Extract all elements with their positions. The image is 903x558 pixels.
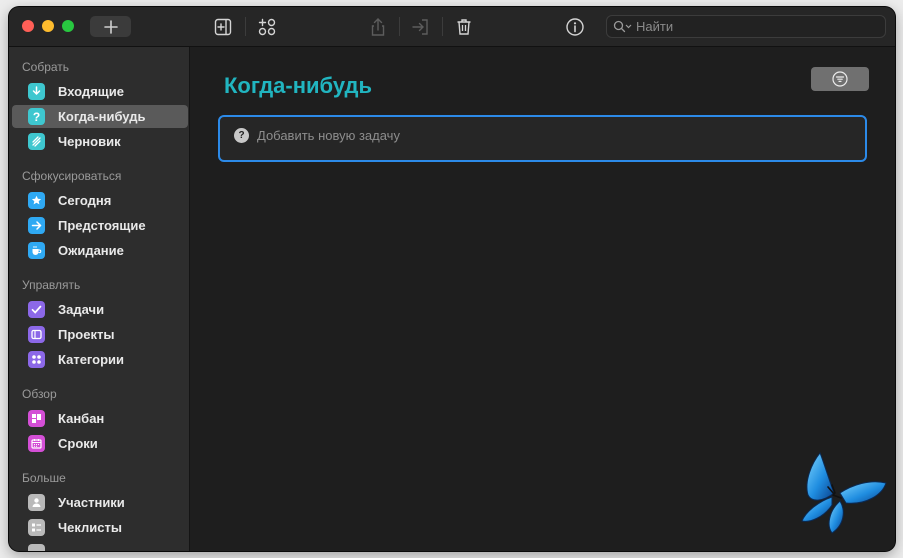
sidebar-section-more: Больше xyxy=(22,471,66,485)
sidebar-item-partial[interactable] xyxy=(12,541,188,551)
sidebar-item-label: Ожидание xyxy=(58,243,124,258)
sidebar-item-upcoming[interactable]: Предстоящие xyxy=(12,214,188,237)
move-in-icon xyxy=(412,19,428,35)
toolbar: Найти xyxy=(9,7,895,47)
sidebar-item-label: Когда-нибудь xyxy=(58,109,146,124)
categories-icon xyxy=(28,351,45,368)
sidebar-section-manage: Управлять xyxy=(22,278,81,292)
add-button[interactable] xyxy=(90,16,131,37)
question-icon: ? xyxy=(28,108,45,125)
sidebar-item-label: Канбан xyxy=(58,411,105,426)
search-icon xyxy=(613,20,632,32)
toolbar-divider xyxy=(245,17,246,36)
zoom-window-button[interactable] xyxy=(62,20,74,32)
app-window: Найти Собрать Входящие ? Когда-нибудь Че… xyxy=(9,7,895,551)
sidebar-section-focus: Сфокусироваться xyxy=(22,169,122,183)
new-task-field[interactable]: ? Добавить новую задачу xyxy=(218,115,867,162)
butterfly-logo xyxy=(801,452,887,534)
star-icon xyxy=(28,192,45,209)
sidebar-item-label: Чеклисты xyxy=(58,520,122,535)
sidebar-item-label: Задачи xyxy=(58,302,105,317)
group-button[interactable] xyxy=(256,16,278,38)
calendar-icon xyxy=(28,435,45,452)
sidebar-item-kanban[interactable]: Канбан xyxy=(12,407,188,430)
toolbar-divider xyxy=(399,17,400,36)
filter-button[interactable] xyxy=(811,67,869,91)
info-icon xyxy=(566,18,584,36)
sidebar-item-label: Сегодня xyxy=(58,193,112,208)
share-icon xyxy=(371,18,385,36)
sidebar-toggle-button[interactable] xyxy=(212,16,234,38)
main-content: Когда-нибудь ? Добавить новую задачу xyxy=(191,47,895,551)
new-task-placeholder: Добавить новую задачу xyxy=(257,128,400,143)
sidebar-item-inbox[interactable]: Входящие xyxy=(12,80,188,103)
sidebar-item-deadlines[interactable]: Сроки xyxy=(12,432,188,455)
toolbar-divider xyxy=(442,17,443,36)
info-button[interactable] xyxy=(564,16,586,38)
categories-toolbar-icon xyxy=(258,18,276,36)
sidebar-item-icon xyxy=(28,544,45,551)
sidebar-item-tasks[interactable]: Задачи xyxy=(12,298,188,321)
search-placeholder: Найти xyxy=(636,19,674,34)
arrow-right-icon xyxy=(28,217,45,234)
sidebar-item-waiting[interactable]: Ожидание xyxy=(12,239,188,262)
trash-icon xyxy=(457,19,471,35)
project-icon xyxy=(28,326,45,343)
sidebar-item-label: Сроки xyxy=(58,436,98,451)
sidebar-item-today[interactable]: Сегодня xyxy=(12,189,188,212)
cup-icon xyxy=(28,242,45,259)
sidebar-item-label: Категории xyxy=(58,352,125,367)
sidebar-section-collect: Собрать xyxy=(22,60,70,74)
sidebar-item-projects[interactable]: Проекты xyxy=(12,323,188,346)
sidebar-item-participants[interactable]: Участники xyxy=(12,491,188,514)
person-icon xyxy=(28,494,45,511)
sidebar: Собрать Входящие ? Когда-нибудь Черновик… xyxy=(9,47,190,551)
minimize-window-button[interactable] xyxy=(42,20,54,32)
plus-icon xyxy=(103,19,118,34)
kanban-icon xyxy=(28,410,45,427)
sidebar-item-someday[interactable]: ? Когда-нибудь xyxy=(12,105,188,128)
sidebar-item-checklists[interactable]: Чеклисты xyxy=(12,516,188,539)
sidebar-section-overview: Обзор xyxy=(22,387,57,401)
close-window-button[interactable] xyxy=(22,20,34,32)
move-button[interactable] xyxy=(410,16,432,38)
sidebar-item-categories[interactable]: Категории xyxy=(12,348,188,371)
checklist-icon xyxy=(28,519,45,536)
share-button[interactable] xyxy=(367,16,389,38)
sidebar-add-icon xyxy=(214,18,232,36)
checkmark-icon xyxy=(28,301,45,318)
page-title: Когда-нибудь xyxy=(224,73,373,98)
delete-button[interactable] xyxy=(453,16,475,38)
search-input[interactable]: Найти xyxy=(606,15,886,38)
question-icon: ? xyxy=(234,128,249,143)
sidebar-item-label: Предстоящие xyxy=(58,218,146,233)
sidebar-item-draft[interactable]: Черновик xyxy=(12,130,188,153)
sidebar-item-label: Участники xyxy=(58,495,125,510)
sidebar-item-label: Входящие xyxy=(58,84,124,99)
filter-icon xyxy=(832,71,848,87)
sidebar-item-label: Черновик xyxy=(58,134,121,149)
sidebar-item-label: Проекты xyxy=(58,327,115,342)
inbox-icon xyxy=(28,83,45,100)
sketch-icon xyxy=(28,133,45,150)
